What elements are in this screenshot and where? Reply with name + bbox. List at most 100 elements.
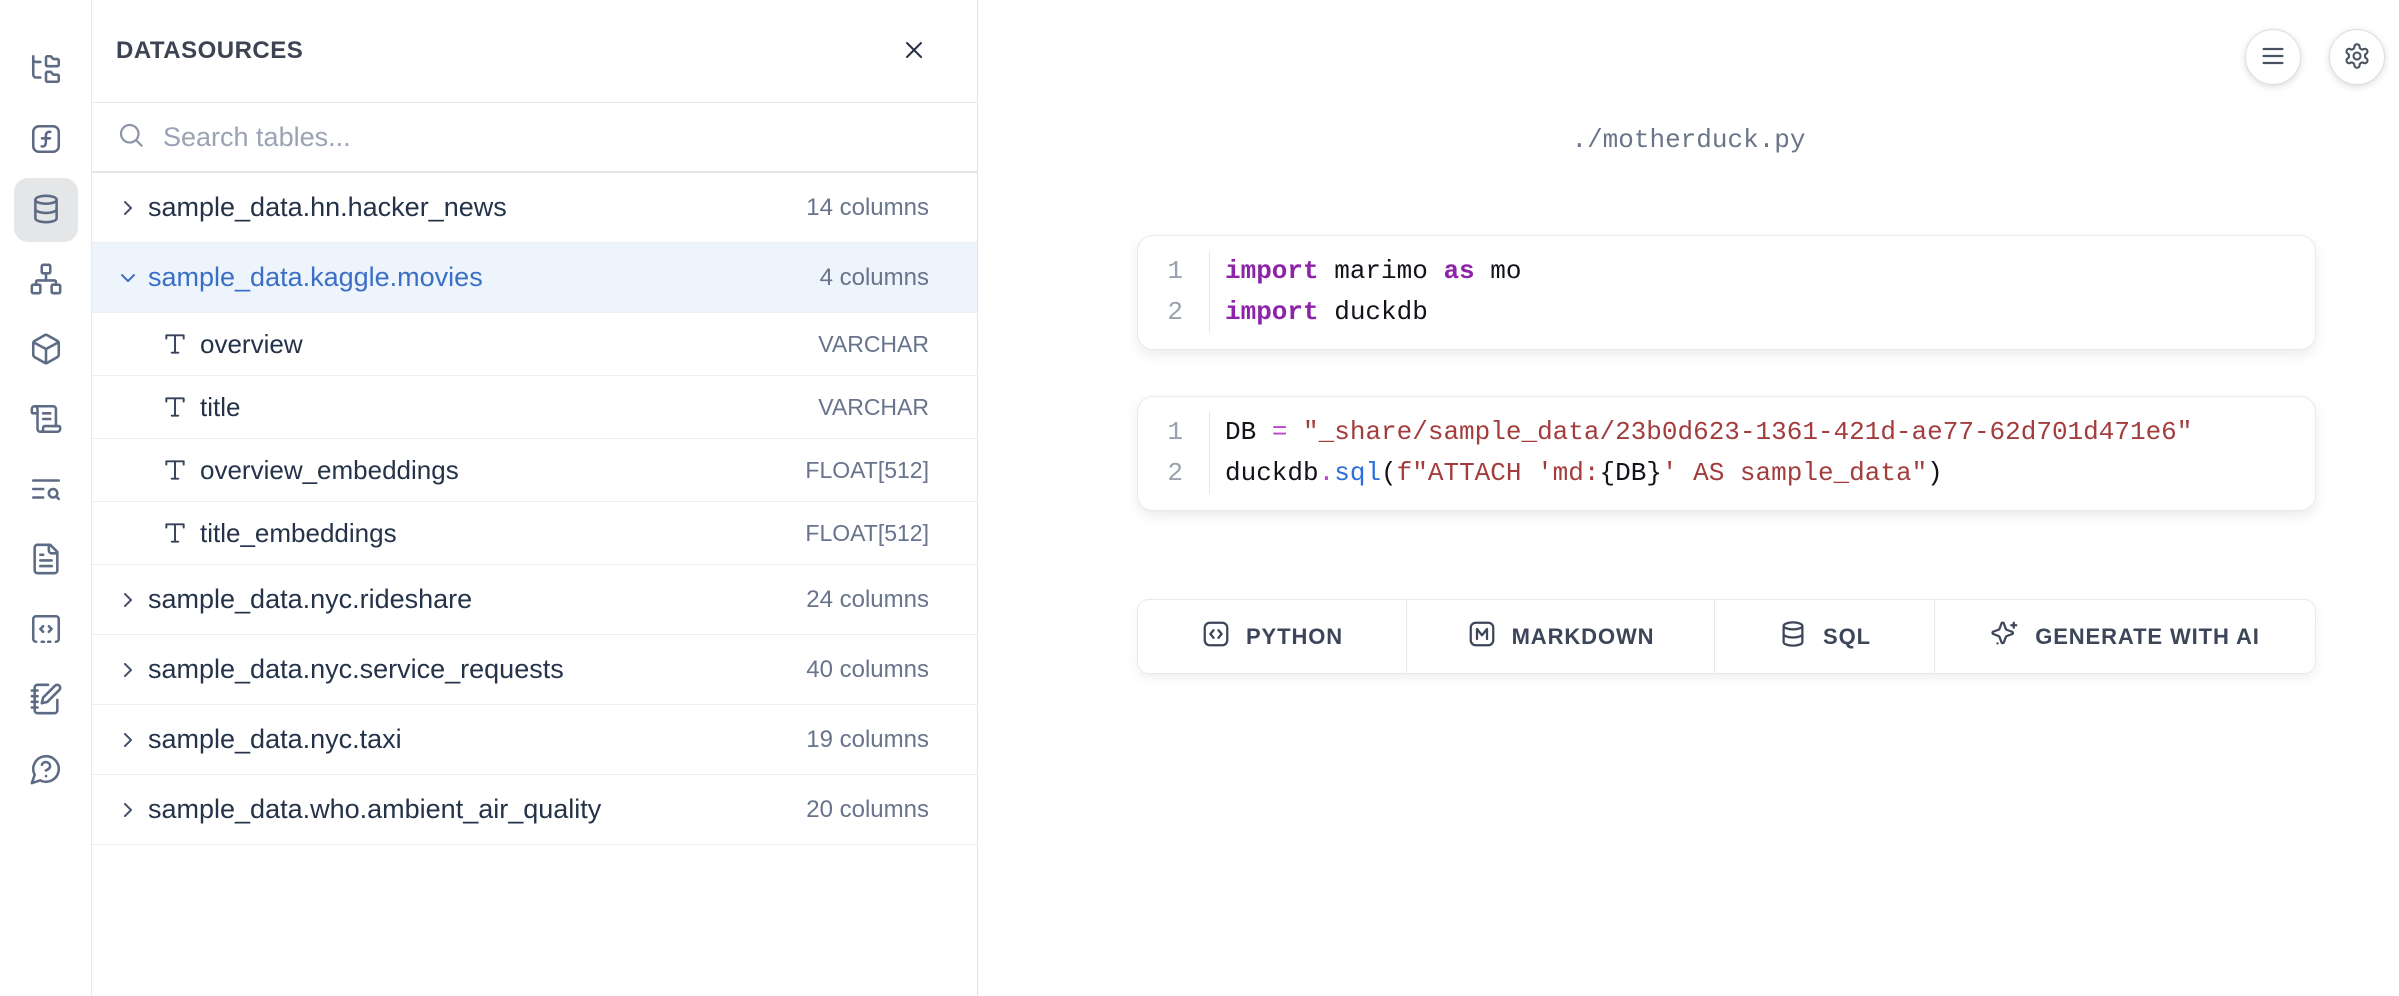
- gear-icon: [2343, 42, 2371, 73]
- square-code-icon: [1201, 619, 1231, 655]
- panel-header: DATASOURCES: [92, 0, 977, 103]
- code-token: (: [1381, 458, 1397, 488]
- add-python-label: PYTHON: [1246, 624, 1343, 650]
- line-number: 2: [1167, 458, 1183, 488]
- table-row[interactable]: sample_data.nyc.service_requests 40 colu…: [92, 635, 977, 705]
- file-text-icon: [29, 542, 63, 579]
- add-markdown-cell-button[interactable]: MARKDOWN: [1407, 600, 1715, 673]
- panel-title: DATASOURCES: [116, 37, 303, 65]
- code-token: marimo: [1319, 256, 1444, 286]
- table-row[interactable]: sample_data.nyc.rideshare 24 columns: [92, 565, 977, 635]
- code-cell[interactable]: 1 2 DB = "_share/sample_data/23b0d623-136…: [1137, 396, 2316, 511]
- sparkles-icon: [1990, 619, 2020, 655]
- add-sql-cell-button[interactable]: SQL: [1715, 600, 1935, 673]
- sidebar-item-variables[interactable]: [14, 108, 78, 172]
- add-sql-label: SQL: [1823, 624, 1871, 650]
- icon-sidebar: [0, 0, 92, 996]
- code-editor[interactable]: import marimo as moimport duckdb: [1210, 251, 1521, 333]
- sidebar-item-packages[interactable]: [14, 318, 78, 382]
- type-icon: [162, 457, 188, 483]
- close-panel-button[interactable]: [897, 34, 931, 68]
- add-python-cell-button[interactable]: PYTHON: [1138, 600, 1407, 673]
- generate-with-ai-button[interactable]: GENERATE WITH AI: [1935, 600, 2315, 673]
- chevron-right-icon: [116, 658, 140, 682]
- sidebar-item-dependencies[interactable]: [14, 248, 78, 312]
- menu-icon: [2259, 42, 2287, 73]
- column-name: overview_embeddings: [200, 455, 805, 486]
- code-token: duckdb: [1319, 297, 1428, 327]
- search-icon: [116, 120, 146, 155]
- code-token: ' AS sample_data": [1662, 458, 1927, 488]
- add-cell-bar: PYTHON MARKDOWN SQL GENERATE WITH AI: [1137, 599, 2316, 674]
- folder-tree-icon: [29, 52, 63, 89]
- notebook-filename[interactable]: ./motherduck.py: [978, 124, 2399, 156]
- sidebar-item-datasources[interactable]: [14, 178, 78, 242]
- column-row[interactable]: title_embeddings FLOAT[512]: [92, 502, 977, 565]
- sidebar-item-files[interactable]: [14, 38, 78, 102]
- close-icon: [900, 36, 928, 67]
- column-name: title: [200, 392, 818, 423]
- sidebar-item-logs[interactable]: [14, 388, 78, 452]
- chevron-right-icon: [116, 728, 140, 752]
- line-number-gutter: 12: [1138, 251, 1210, 333]
- search-bar: [92, 103, 977, 173]
- search-input[interactable]: [161, 121, 953, 154]
- sidebar-item-documentation[interactable]: [14, 528, 78, 592]
- notebook-pen-icon: [29, 682, 63, 719]
- code-token: "_share/sample_data/23b0d623-1361-421d-a…: [1303, 417, 2192, 447]
- column-type: FLOAT[512]: [805, 457, 929, 484]
- function-square-icon: [29, 122, 63, 159]
- line-number: 1: [1167, 256, 1183, 286]
- table-columns-count: 4 columns: [820, 264, 929, 292]
- square-dashed-bottom-code-icon: [29, 612, 63, 649]
- code-cell[interactable]: 12 import marimo as moimport duckdb: [1137, 235, 2316, 350]
- scroll-text-icon: [29, 402, 63, 439]
- table-name: sample_data.nyc.taxi: [148, 724, 806, 755]
- code-token: sql: [1334, 458, 1381, 488]
- table-name: sample_data.nyc.service_requests: [148, 654, 806, 685]
- top-actions: [2245, 29, 2385, 85]
- notebook-menu-button[interactable]: [2245, 29, 2301, 85]
- table-row[interactable]: sample_data.nyc.taxi 19 columns: [92, 705, 977, 775]
- table-row[interactable]: sample_data.hn.hacker_news 14 columns: [92, 173, 977, 243]
- column-type: FLOAT[512]: [805, 520, 929, 547]
- table-columns-count: 19 columns: [806, 726, 929, 754]
- sidebar-item-tracebacks[interactable]: [14, 458, 78, 522]
- column-row[interactable]: overview_embeddings FLOAT[512]: [92, 439, 977, 502]
- line-number: 1: [1167, 417, 1183, 447]
- code-token: as: [1443, 256, 1474, 286]
- type-icon: [162, 520, 188, 546]
- settings-button[interactable]: [2329, 29, 2385, 85]
- add-markdown-label: MARKDOWN: [1512, 624, 1655, 650]
- chevron-right-icon: [116, 798, 140, 822]
- column-row[interactable]: title VARCHAR: [92, 376, 977, 439]
- code-token: duckdb: [1225, 458, 1319, 488]
- column-name: overview: [200, 329, 818, 360]
- code-token: import: [1225, 297, 1319, 327]
- sidebar-item-snippets[interactable]: [14, 598, 78, 662]
- type-icon: [162, 394, 188, 420]
- code-editor[interactable]: DB = "_share/sample_data/23b0d623-1361-4…: [1210, 412, 2192, 494]
- table-columns-count: 14 columns: [806, 194, 929, 222]
- chevron-right-icon: [116, 588, 140, 612]
- database-icon: [29, 192, 63, 229]
- table-name: sample_data.who.ambient_air_quality: [148, 794, 806, 825]
- chevron-right-icon: [116, 196, 140, 220]
- table-columns-count: 20 columns: [806, 796, 929, 824]
- table-row[interactable]: sample_data.who.ambient_air_quality 20 c…: [92, 775, 977, 845]
- box-icon: [29, 332, 63, 369]
- sidebar-item-scratchpad[interactable]: [14, 668, 78, 732]
- chevron-down-icon: [116, 266, 140, 290]
- table-columns-count: 40 columns: [806, 656, 929, 684]
- code-token: =: [1272, 417, 1288, 447]
- line-number: 2: [1167, 297, 1183, 327]
- message-circle-question-icon: [29, 752, 63, 789]
- notebook-area: ./motherduck.py 12 import marimo as moim…: [978, 0, 2399, 996]
- network-icon: [29, 262, 63, 299]
- sidebar-item-help[interactable]: [14, 738, 78, 802]
- column-row[interactable]: overview VARCHAR: [92, 313, 977, 376]
- column-type: VARCHAR: [818, 394, 929, 421]
- datasources-panel: DATASOURCES sample_data.hn.hacker_news 1…: [92, 0, 978, 996]
- table-row-selected[interactable]: sample_data.kaggle.movies 4 columns: [92, 243, 977, 313]
- database-icon: [1778, 619, 1808, 655]
